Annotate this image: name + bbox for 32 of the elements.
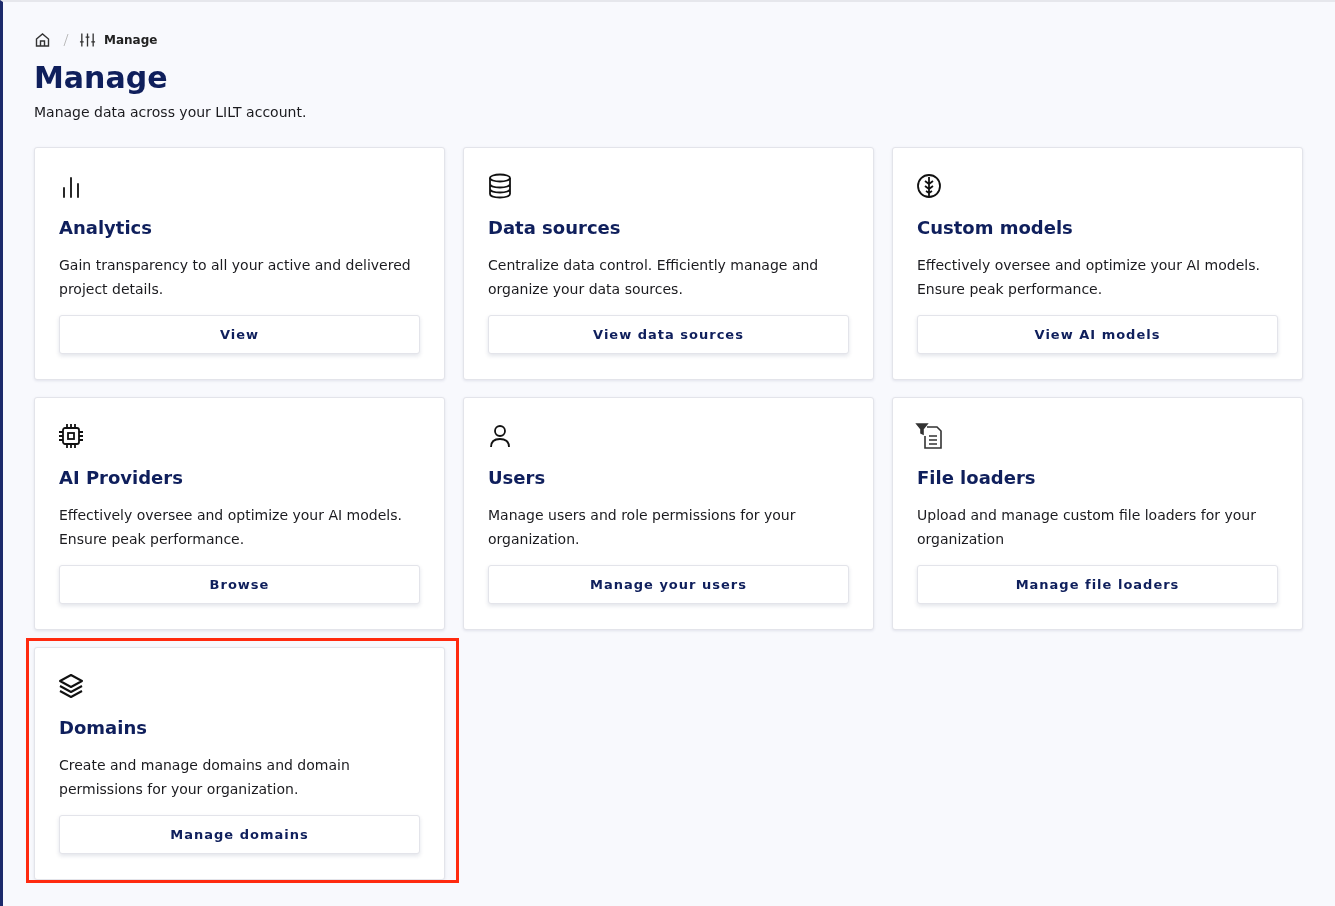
breadcrumb-current: Manage — [104, 33, 158, 47]
card-title: Domains — [59, 716, 148, 740]
slash-separator-icon — [63, 33, 69, 47]
chip-icon — [57, 422, 85, 450]
card-action-button[interactable]: Manage your users — [488, 565, 849, 604]
card-title: AI Providers — [59, 466, 184, 490]
document-filter-icon — [915, 422, 943, 450]
home-icon[interactable] — [34, 32, 51, 48]
card-title: Users — [488, 466, 547, 490]
card-title: Custom models — [917, 216, 1074, 240]
page-subtitle: Manage data across your LILT account. — [34, 103, 308, 122]
card-action-button[interactable]: View AI models — [917, 315, 1278, 354]
database-icon — [486, 172, 514, 200]
card-title: Analytics — [59, 216, 153, 240]
sliders-icon — [79, 32, 96, 48]
card-description: Effectively oversee and optimize your AI models. Ensure peak performance. — [59, 506, 403, 549]
page-title: Manage — [34, 59, 169, 97]
card-action-button[interactable]: Browse — [59, 565, 420, 604]
layers-icon — [57, 672, 85, 700]
card-action-button[interactable]: View data sources — [488, 315, 849, 354]
card-description: Manage users and role permissions for your organization. — [488, 506, 797, 549]
card-description: Gain transparency to all your active and delivered project details. — [59, 256, 412, 299]
card-action-button[interactable]: Manage domains — [59, 815, 420, 854]
card-action-button[interactable]: Manage file loaders — [917, 565, 1278, 604]
card-description: Effectively oversee and optimize your AI models. Ensure peak performance. — [917, 256, 1261, 299]
card-title: Data sources — [488, 216, 622, 240]
brain-icon — [915, 172, 943, 200]
card-title: File loaders — [917, 466, 1037, 490]
card-description: Create and manage domains and domain permissions for your organization. — [59, 756, 351, 799]
card-action-button[interactable]: View — [59, 315, 420, 354]
card-description: Centralize data control. Efficiently manage and organize your data sources. — [488, 256, 820, 299]
card-description: Upload and manage custom file loaders for your organization — [917, 506, 1257, 549]
